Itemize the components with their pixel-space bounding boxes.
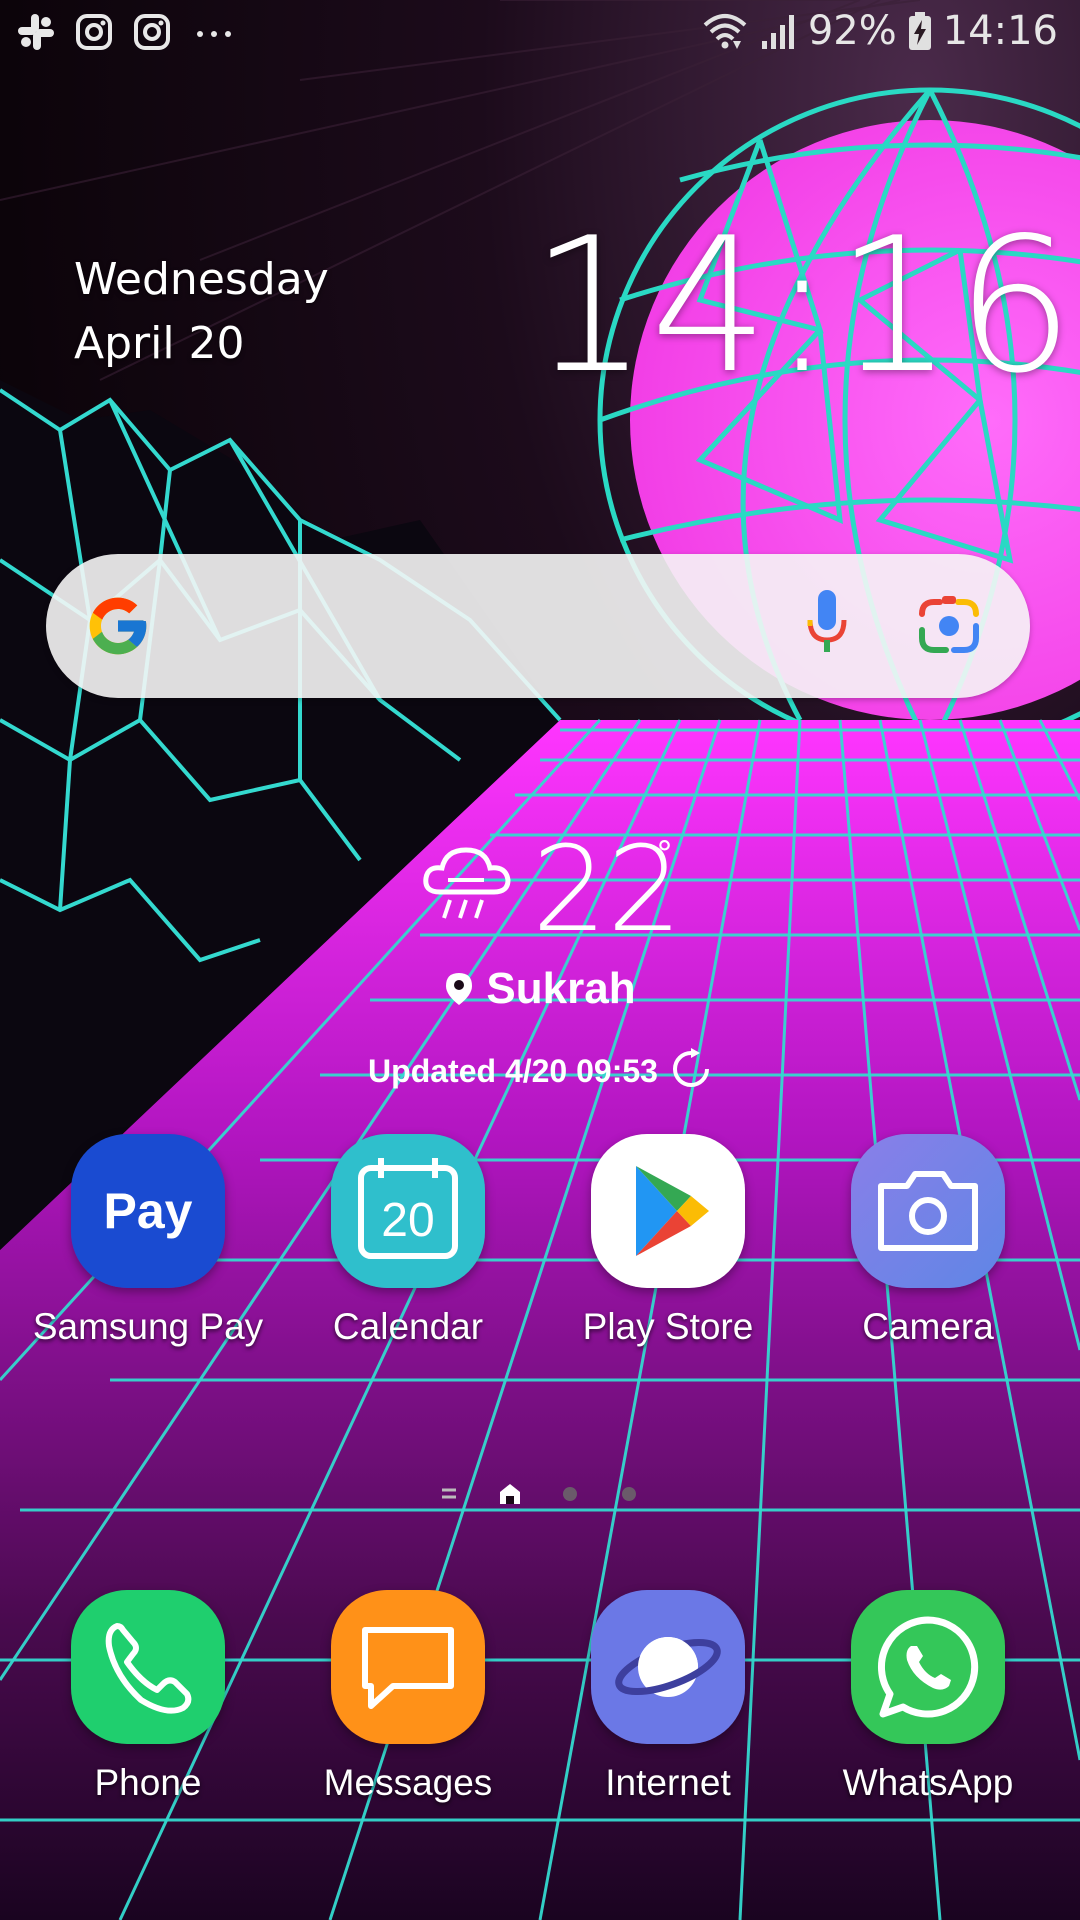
play-store-icon <box>591 1134 745 1288</box>
app-label: Samsung Pay <box>32 1306 264 1347</box>
app-calendar[interactable]: 20 Calendar <box>278 1134 538 1348</box>
messages-icon <box>331 1590 485 1744</box>
app-label: Internet <box>605 1762 731 1803</box>
weather-location: Sukrah <box>0 964 1080 1018</box>
degree-symbol: ° <box>656 834 673 874</box>
app-camera[interactable]: Camera <box>798 1134 1058 1348</box>
clock-widget-time[interactable]: 14:16 <box>530 206 1076 406</box>
updated-label: Updated 4/20 09:53 <box>368 1053 658 1089</box>
location-pin-icon <box>444 968 474 1018</box>
app-label: Messages <box>323 1762 493 1803</box>
home-page-icon <box>500 1484 520 1504</box>
instagram-icon <box>74 12 114 52</box>
menu-page-icon <box>442 1488 456 1499</box>
dock-whatsapp[interactable]: WhatsApp <box>798 1590 1058 1804</box>
google-search-bar[interactable] <box>46 554 1030 698</box>
google-g-icon <box>84 592 152 664</box>
dock-phone[interactable]: Phone <box>18 1590 278 1804</box>
app-samsung-pay[interactable]: Pay Samsung Pay <box>18 1134 278 1348</box>
app-label: WhatsApp <box>842 1762 1014 1803</box>
app-play-store[interactable]: Play Store <box>538 1134 798 1348</box>
svg-text:Pay: Pay <box>104 1183 193 1239</box>
app-label: Phone <box>94 1762 202 1803</box>
app-label: Play Store <box>582 1306 754 1347</box>
internet-icon <box>591 1590 745 1744</box>
weekday-label: Wednesday <box>74 254 329 305</box>
mic-icon[interactable] <box>804 586 850 670</box>
date-widget[interactable]: Wednesday April 20 <box>74 248 329 376</box>
page-dot <box>622 1487 636 1501</box>
battery-charging-icon <box>907 10 933 52</box>
svg-text:20: 20 <box>381 1194 434 1247</box>
battery-percent: 92% <box>807 8 897 54</box>
rain-cloud-icon <box>420 840 512 930</box>
samsung-pay-icon: Pay <box>71 1134 225 1288</box>
app-label: Calendar <box>332 1306 484 1347</box>
wifi-icon <box>702 11 748 51</box>
slack-icon <box>16 12 56 52</box>
dock-messages[interactable]: Messages <box>278 1590 538 1804</box>
whatsapp-icon <box>851 1590 1005 1744</box>
camera-icon <box>851 1134 1005 1288</box>
status-time: 14:16 <box>942 8 1058 54</box>
location-name: Sukrah <box>486 964 636 1013</box>
phone-icon <box>71 1590 225 1744</box>
notification-icons <box>16 12 240 52</box>
page-indicator[interactable] <box>430 1478 650 1508</box>
signal-icon <box>758 11 798 51</box>
refresh-icon[interactable] <box>670 1048 712 1098</box>
date-label: April 20 <box>74 318 245 369</box>
calendar-icon: 20 <box>331 1134 485 1288</box>
status-bar: 92% 14:16 <box>0 0 1080 72</box>
app-label: Camera <box>862 1306 994 1347</box>
weather-updated: Updated 4/20 09:53 <box>0 1048 1080 1098</box>
more-dots-icon <box>190 12 240 52</box>
page-dot <box>563 1487 577 1501</box>
lens-icon[interactable] <box>914 590 984 664</box>
dock-internet[interactable]: Internet <box>538 1590 798 1804</box>
instagram-icon <box>132 12 172 52</box>
